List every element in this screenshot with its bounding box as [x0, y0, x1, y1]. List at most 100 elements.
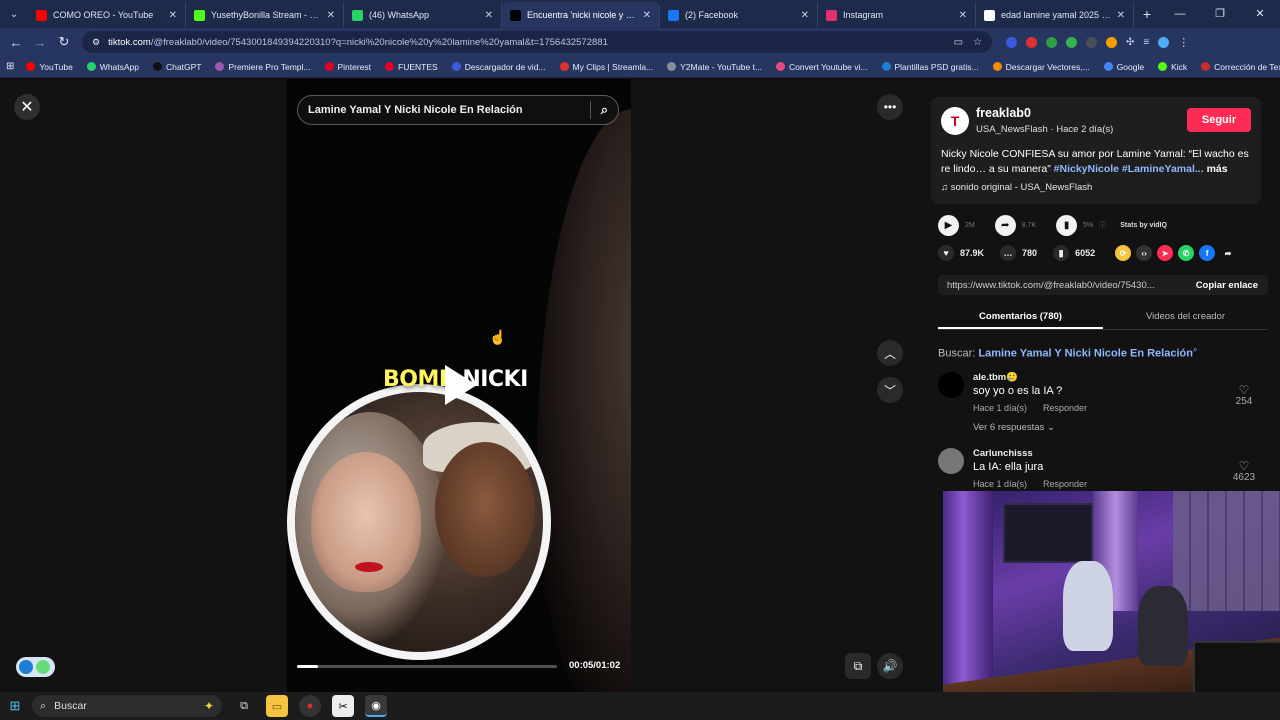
close-tab-icon[interactable]: ✕: [801, 10, 809, 21]
previous-video-icon[interactable]: ︿: [877, 340, 903, 366]
close-tab-icon[interactable]: ✕: [327, 10, 335, 21]
bookmark-item[interactable]: Kick: [1158, 62, 1187, 72]
view-replies-button[interactable]: Ver 6 respuestas ⌄: [973, 422, 1055, 433]
bookmark-item[interactable]: Descargador de vid...: [451, 62, 546, 72]
volume-icon[interactable]: 🔊: [877, 653, 903, 679]
capcut-icon[interactable]: ✂: [332, 695, 354, 717]
task-view-icon[interactable]: ⧉: [233, 695, 255, 717]
username[interactable]: freaklab0: [976, 106, 1031, 120]
browser-tab[interactable]: edad lamine yamal 2025 - Busc ✕: [976, 2, 1134, 28]
repost-icon[interactable]: ⟳: [1115, 245, 1132, 261]
extension-icon[interactable]: [1006, 36, 1017, 48]
browser-tab[interactable]: YusethyBonilla Stream - Watch ✕: [186, 2, 344, 28]
bookmark-item[interactable]: ChatGPT: [153, 62, 201, 72]
bookmark-item[interactable]: Premiere Pro Templ...: [215, 62, 311, 72]
bookmark-item[interactable]: Plantillas PSD gratis...: [881, 62, 979, 72]
recorder-icon[interactable]: ●: [299, 695, 321, 717]
save-button[interactable]: ▮ 6052: [1053, 245, 1095, 261]
reply-button[interactable]: Responder: [1043, 479, 1087, 489]
file-explorer-icon[interactable]: ▭: [266, 695, 288, 717]
copy-link-button[interactable]: Copiar enlace: [1186, 280, 1268, 291]
vidiq-badge[interactable]: [16, 657, 55, 677]
reply-button[interactable]: Responder: [1043, 403, 1087, 413]
info-icon[interactable]: ⓘ: [1099, 220, 1106, 230]
floating-player-icon[interactable]: ⧉: [845, 653, 871, 679]
like-button[interactable]: ♥ 87.9K: [938, 245, 984, 261]
browser-tab[interactable]: COMO OREO - YouTube ✕: [28, 2, 186, 28]
close-window-icon[interactable]: ✕: [1240, 0, 1280, 28]
video-player[interactable]: BOMB NICKI: [287, 79, 631, 692]
comment-like[interactable]: ♡ 254: [1230, 384, 1258, 407]
tab-comments[interactable]: Comentarios (780): [938, 308, 1103, 329]
windows-start-icon[interactable]: ⊞: [0, 698, 30, 714]
search-icon[interactable]: ⌕: [601, 102, 608, 118]
bookmark-item[interactable]: My Clips | Streamla...: [559, 62, 653, 72]
whatsapp-icon[interactable]: ✆: [1178, 245, 1195, 261]
extension-icon[interactable]: [1046, 36, 1057, 48]
bookmark-star-icon[interactable]: ☆: [973, 37, 982, 48]
close-tab-icon[interactable]: ✕: [485, 10, 493, 21]
comment-user[interactable]: ale.tbm🥲: [973, 372, 1018, 383]
browser-tab[interactable]: Encuentra 'nicki nicole y lamine ✕: [502, 2, 660, 28]
bookmark-item[interactable]: Corrección de Texto...: [1201, 62, 1280, 72]
more-link[interactable]: más: [1207, 163, 1228, 175]
follow-button[interactable]: Seguir: [1187, 108, 1251, 132]
chrome-icon[interactable]: ◉: [365, 695, 387, 717]
play-icon[interactable]: [445, 365, 477, 405]
close-tab-icon[interactable]: ✕: [643, 10, 651, 21]
browser-tab[interactable]: (2) Facebook ✕: [660, 2, 818, 28]
restore-icon[interactable]: ❐: [1200, 0, 1240, 28]
avatar[interactable]: [938, 372, 964, 398]
close-tab-icon[interactable]: ✕: [959, 10, 967, 21]
video-search-box[interactable]: Lamine Yamal Y Nicki Nicole En Relación …: [297, 95, 619, 125]
close-video-button[interactable]: ✕: [14, 94, 40, 120]
bookmark-item[interactable]: Google: [1103, 62, 1144, 72]
menu-icon[interactable]: ⋮: [1178, 36, 1189, 49]
bookmark-item[interactable]: WhatsApp: [86, 62, 139, 72]
extension-icon[interactable]: [1026, 36, 1037, 48]
reload-icon[interactable]: ↻: [52, 34, 76, 50]
comment-like[interactable]: ♡ 4623: [1230, 460, 1258, 483]
comment-user[interactable]: Carlunchisss: [973, 448, 1033, 459]
bookmark-item[interactable]: FUENTES: [385, 62, 438, 72]
display-name[interactable]: USA_NewsFlash: [976, 124, 1048, 135]
comment-button[interactable]: … 780: [1000, 245, 1037, 261]
minimize-icon[interactable]: —: [1160, 0, 1200, 28]
bookmark-item[interactable]: Convert Youtube vi...: [776, 62, 868, 72]
bookmark-item[interactable]: Pinterest: [324, 62, 371, 72]
bookmark-item[interactable]: Descargar Vectores,...: [992, 62, 1090, 72]
cast-icon[interactable]: ▭: [954, 37, 963, 48]
avatar[interactable]: [938, 448, 964, 474]
apps-icon[interactable]: ⊞: [6, 61, 14, 72]
sound-info[interactable]: ♫ sonido original - USA_NewsFlash: [941, 182, 1092, 193]
extension-icon[interactable]: [1086, 36, 1097, 48]
facebook-icon[interactable]: f: [1199, 245, 1216, 261]
close-tab-icon[interactable]: ✕: [1117, 10, 1125, 21]
new-tab-button[interactable]: +: [1134, 2, 1160, 28]
extensions-puzzle-icon[interactable]: ✣: [1126, 37, 1134, 48]
embed-icon[interactable]: ‹›: [1136, 245, 1153, 261]
profile-avatar-icon[interactable]: [1158, 36, 1170, 48]
forward-icon[interactable]: →: [28, 35, 52, 50]
site-info-icon[interactable]: ⚙: [92, 37, 100, 48]
close-tab-icon[interactable]: ✕: [169, 10, 177, 21]
bookmark-item[interactable]: Y2Mate - YouTube t...: [667, 62, 762, 72]
address-bar[interactable]: ⚙ tiktok.com/@freaklab0/video/7543001849…: [82, 31, 992, 53]
hashtags[interactable]: #NickyNicole #LamineYamal...: [1054, 163, 1204, 175]
bookmark-item[interactable]: YouTube: [26, 62, 73, 72]
media-icon[interactable]: ≡: [1143, 37, 1149, 48]
share-arrow-icon[interactable]: ➦: [1220, 245, 1236, 261]
tab-search-icon[interactable]: ⌄: [0, 0, 28, 28]
taskbar-search[interactable]: ⌕ Buscar ✦: [32, 695, 222, 717]
extension-icon[interactable]: [1106, 36, 1117, 48]
video-progress-bar[interactable]: [297, 665, 557, 668]
browser-tab[interactable]: Instagram ✕: [818, 2, 976, 28]
more-options-icon[interactable]: •••: [877, 94, 903, 120]
tab-creator-videos[interactable]: Videos del creador: [1103, 308, 1268, 329]
send-icon[interactable]: ➤: [1157, 245, 1174, 261]
back-icon[interactable]: ←: [4, 35, 28, 50]
related-search-link[interactable]: Lamine Yamal Y Nicki Nicole En Relación: [978, 348, 1193, 360]
browser-tab[interactable]: (46) WhatsApp ✕: [344, 2, 502, 28]
avatar[interactable]: T: [941, 107, 969, 135]
extension-icon[interactable]: [1066, 36, 1077, 48]
